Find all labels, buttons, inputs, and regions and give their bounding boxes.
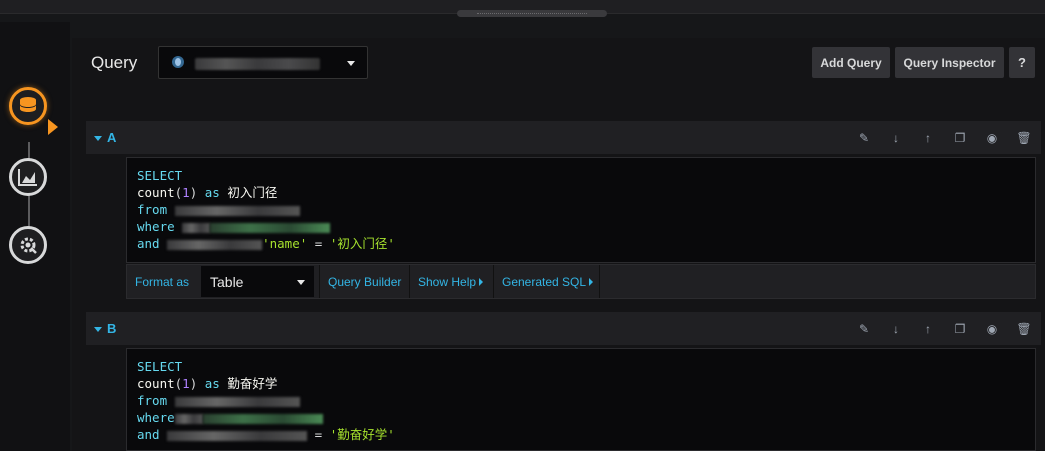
sql-function: count [137, 185, 175, 200]
sql-keyword: SELECT [137, 359, 183, 374]
arrow-down-icon[interactable]: ↓ [887, 320, 905, 338]
database-icon[interactable] [9, 87, 47, 125]
panel-resize-handle[interactable] [457, 10, 607, 17]
collapse-caret-icon[interactable] [94, 136, 102, 141]
sql-keyword: and [137, 427, 160, 442]
sql-alias: 勤奋好学 [227, 376, 278, 391]
sql-keyword: from [137, 393, 168, 408]
arrow-up-icon[interactable]: ↑ [919, 320, 937, 338]
sql-string: 'name' [262, 236, 308, 251]
arrow-down-icon[interactable]: ↓ [887, 129, 905, 147]
collapse-caret-icon[interactable] [94, 327, 102, 332]
add-query-button[interactable]: Add Query [812, 47, 890, 78]
query-letter: B [107, 321, 117, 336]
sql-string: '初入门径' [329, 236, 395, 251]
settings-icon[interactable] [9, 226, 47, 264]
editor-sidebar [0, 22, 70, 451]
row-tools: ✎ ↓ ↑ ❐ ◉ 🗑 [855, 129, 1033, 147]
redacted-text [174, 413, 203, 424]
duplicate-icon[interactable]: ❐ [951, 320, 969, 338]
arrow-up-icon[interactable]: ↑ [919, 129, 937, 147]
sql-number: 1 [182, 185, 190, 200]
sql-number: 1 [182, 376, 190, 391]
page-title: Query [91, 53, 138, 72]
rail-connector [28, 192, 30, 230]
caret-right-icon [589, 277, 594, 286]
toolbar-divider [409, 265, 410, 298]
format-as-value: Table [210, 273, 244, 290]
generated-sql-button[interactable]: Generated SQL [502, 265, 594, 298]
sql-keyword: where [137, 219, 175, 234]
sql-function: count [137, 376, 175, 391]
sql-editor-a[interactable]: SELECT count(1) as 初入门径 from where and '… [126, 157, 1036, 263]
format-as-label: Format as [135, 274, 190, 289]
duplicate-icon[interactable]: ❐ [951, 129, 969, 147]
toolbar-divider [493, 265, 494, 298]
redacted-text [174, 396, 300, 407]
row-tools: ✎ ↓ ↑ ❐ ◉ 🗑 [855, 320, 1033, 338]
format-as-select[interactable]: Table [201, 266, 314, 297]
query-toolbar-a: Format as Table Query Builder Show Help … [126, 264, 1036, 299]
chevron-down-icon [297, 280, 305, 285]
redacted-text [167, 430, 308, 441]
pencil-icon[interactable]: ✎ [855, 129, 873, 147]
eye-icon[interactable]: ◉ [983, 129, 1001, 147]
query-row-header-a[interactable]: A ✎ ↓ ↑ ❐ ◉ 🗑 [86, 121, 1041, 154]
generated-sql-label: Generated SQL [502, 274, 587, 289]
trash-icon[interactable]: 🗑 [1015, 320, 1033, 338]
sql-operator: = [314, 236, 323, 251]
redacted-text [174, 205, 300, 216]
help-button[interactable]: ? [1009, 47, 1035, 78]
pencil-icon[interactable]: ✎ [855, 320, 873, 338]
sql-editor-b[interactable]: SELECT count(1) as 勤奋好学 from where and =… [126, 348, 1036, 451]
chart-area-icon[interactable] [9, 158, 47, 196]
redacted-text [202, 413, 323, 424]
toolbar-divider [319, 265, 320, 298]
eye-icon[interactable]: ◉ [983, 320, 1001, 338]
sql-keyword: where [137, 410, 175, 425]
sql-operator: = [314, 427, 323, 442]
show-help-button[interactable]: Show Help [418, 265, 484, 298]
sql-string: '勤奋好学' [329, 427, 395, 442]
toolbar-divider [599, 265, 600, 298]
caret-right-icon [479, 277, 484, 286]
show-help-label: Show Help [418, 274, 477, 289]
sql-keyword: as [204, 376, 220, 391]
datasource-name-redacted [195, 58, 320, 70]
query-inspector-button[interactable]: Query Inspector [895, 47, 1004, 78]
sql-keyword: SELECT [137, 168, 183, 183]
redacted-text [182, 222, 211, 233]
sql-alias: 初入门径 [227, 185, 278, 200]
redacted-text [210, 222, 331, 233]
datasource-select[interactable] [158, 46, 368, 79]
query-letter: A [107, 130, 117, 145]
query-row-header-b[interactable]: B ✎ ↓ ↑ ❐ ◉ 🗑 [86, 312, 1041, 345]
chevron-down-icon [347, 61, 355, 66]
query-builder-button[interactable]: Query Builder [328, 265, 401, 298]
active-indicator [48, 119, 58, 135]
sql-keyword: and [137, 236, 160, 251]
sql-keyword: from [137, 202, 168, 217]
trash-icon[interactable]: 🗑 [1015, 129, 1033, 147]
postgres-icon [169, 54, 187, 77]
redacted-text [167, 239, 263, 250]
sql-keyword: as [204, 185, 220, 200]
